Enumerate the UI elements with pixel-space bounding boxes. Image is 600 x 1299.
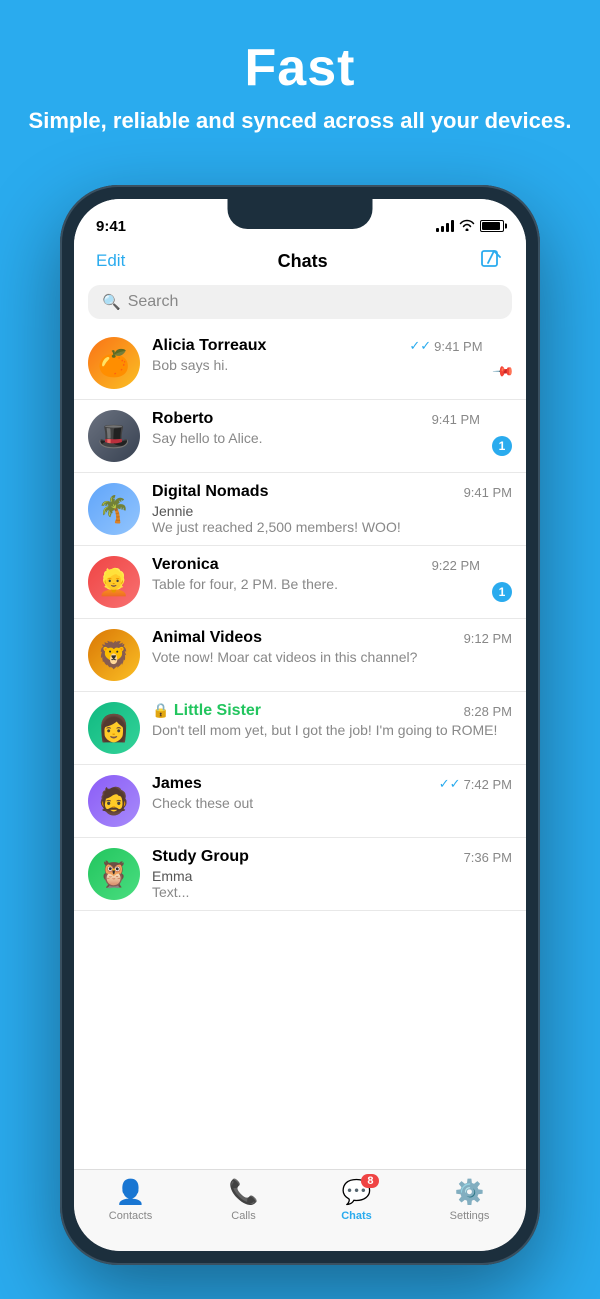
chat-item-animal[interactable]: 🦁 Animal Videos 9:12 PM Vote now! Moar cat … [74,619,526,692]
chat-name-animal: Animal Videos [152,629,262,647]
avatar-animal: 🦁 [88,629,140,681]
double-check-icon: ✓✓ [409,338,431,354]
chat-item-roberto[interactable]: 🎩 Roberto 9:41 PM Say hello to Alice. 1 [74,400,526,473]
phone-screen: 9:41 [74,199,526,1251]
chat-item-digital[interactable]: 🌴 Digital Nomads 9:41 PM JennieWe just reac… [74,473,526,546]
avatar-veronica: 👱 [88,556,140,608]
chat-item-alicia[interactable]: 🍊 Alicia Torreaux ✓✓ 9:41 PM Bob says hi. 📌 [74,327,526,400]
compose-button[interactable] [480,249,504,273]
chat-body-roberto: Roberto 9:41 PM Say hello to Alice. [152,410,480,446]
chats-tab-label: Chats [341,1210,372,1222]
wifi-icon [459,219,475,234]
avatar-digital: 🌴 [88,483,140,535]
chat-name-digital: Digital Nomads [152,483,268,501]
chat-name-sister: 🔒 Little Sister [152,702,261,720]
chat-name-james: James [152,775,202,793]
chat-preview-roberto: Say hello to Alice. [152,430,480,446]
chats-title: Chats [278,251,328,272]
pin-icon: 📌 [491,359,515,383]
tab-chats[interactable]: 💬8Chats [327,1178,387,1222]
chat-body-veronica: Veronica 9:22 PM Table for four, 2 PM. Be … [152,556,480,592]
contacts-tab-icon: 👤 [116,1179,146,1206]
chat-item-study[interactable]: 🦉 Study Group 7:36 PM EmmaText... [74,838,526,911]
settings-tab-icon: ⚙️ [455,1179,485,1206]
chat-name-veronica: Veronica [152,556,219,574]
lock-icon: 🔒 [152,702,169,718]
chat-meta-alicia: 📌 [495,339,512,380]
avatar-james: 🧔 [88,775,140,827]
nav-bar: Edit Chats [74,243,526,281]
tab-bar: 👤 Contacts 📞 Calls 💬8Chats ⚙️ Settings [74,1169,526,1251]
chat-preview-alicia: Bob says hi. [152,357,483,373]
chat-item-sister[interactable]: 👩 🔒 Little Sister 8:28 PM Don't tell mom ye… [74,692,526,765]
hero-section: Fast Simple, reliable and synced across … [0,0,600,136]
search-bar[interactable]: 🔍 Search [88,285,512,319]
avatar-study: 🦉 [88,848,140,900]
search-icon: 🔍 [102,293,121,311]
avatar-sister: 👩 [88,702,140,754]
tab-contacts[interactable]: 👤 Contacts [101,1178,161,1222]
chat-item-james[interactable]: 🧔 James ✓✓ 7:42 PM Check these out [74,765,526,838]
calls-tab-icon: 📞 [229,1179,259,1206]
chat-body-digital: Digital Nomads 9:41 PM JennieWe just reach… [152,483,512,535]
chat-time-james: ✓✓ 7:42 PM [439,776,512,792]
edit-button[interactable]: Edit [96,251,125,271]
avatar-roberto: 🎩 [88,410,140,462]
chat-body-animal: Animal Videos 9:12 PM Vote now! Moar cat v… [152,629,512,665]
chat-preview-sister: Don't tell mom yet, but I got the job! I… [152,722,512,738]
chat-time-sister: 8:28 PM [464,704,512,719]
chat-item-veronica[interactable]: 👱 Veronica 9:22 PM Table for four, 2 PM. Be… [74,546,526,619]
chat-meta-veronica: 1 [492,558,512,602]
chat-time-veronica: 9:22 PM [432,558,480,573]
chat-preview-veronica: Table for four, 2 PM. Be there. [152,576,480,592]
chat-meta-roberto: 1 [492,412,512,456]
hero-title: Fast [0,38,600,98]
chat-time-animal: 9:12 PM [464,631,512,646]
chat-time-study: 7:36 PM [464,850,512,865]
chat-preview-animal: Vote now! Moar cat videos in this channe… [152,649,512,665]
hero-subtitle: Simple, reliable and synced across all y… [0,106,600,136]
chat-time-digital: 9:41 PM [464,485,512,500]
chat-time-roberto: 9:41 PM [432,412,480,427]
chat-preview-james: Check these out [152,795,512,811]
chat-list: 🍊 Alicia Torreaux ✓✓ 9:41 PM Bob says hi. 📌 🎩… [74,327,526,911]
chat-name-alicia: Alicia Torreaux [152,337,266,355]
chat-body-james: James ✓✓ 7:42 PM Check these out [152,775,512,811]
status-icons [436,219,504,234]
settings-tab-label: Settings [450,1210,490,1222]
tab-settings[interactable]: ⚙️ Settings [440,1178,500,1222]
unread-badge-roberto: 1 [492,436,512,456]
calls-tab-label: Calls [231,1210,255,1222]
status-time: 9:41 [96,218,126,235]
phone-notch [228,199,373,229]
chats-tab-badge: 8 [361,1174,379,1188]
avatar-alicia: 🍊 [88,337,140,389]
tab-calls[interactable]: 📞 Calls [214,1178,274,1222]
chat-body-alicia: Alicia Torreaux ✓✓ 9:41 PM Bob says hi. [152,337,483,373]
chat-preview-study: EmmaText... [152,868,512,900]
chat-name-roberto: Roberto [152,410,213,428]
search-placeholder: Search [128,293,179,311]
signal-icon [436,220,454,232]
battery-icon [480,220,504,232]
chat-preview-digital: JennieWe just reached 2,500 members! WOO… [152,503,512,535]
chat-name-study: Study Group [152,848,249,866]
chat-body-study: Study Group 7:36 PM EmmaText... [152,848,512,900]
chat-time-alicia: ✓✓ 9:41 PM [409,338,482,354]
chat-body-sister: 🔒 Little Sister 8:28 PM Don't tell mom yet… [152,702,512,738]
contacts-tab-label: Contacts [109,1210,152,1222]
phone-mockup: 9:41 [60,185,540,1265]
unread-badge-veronica: 1 [492,582,512,602]
double-check-icon: ✓✓ [439,776,461,792]
